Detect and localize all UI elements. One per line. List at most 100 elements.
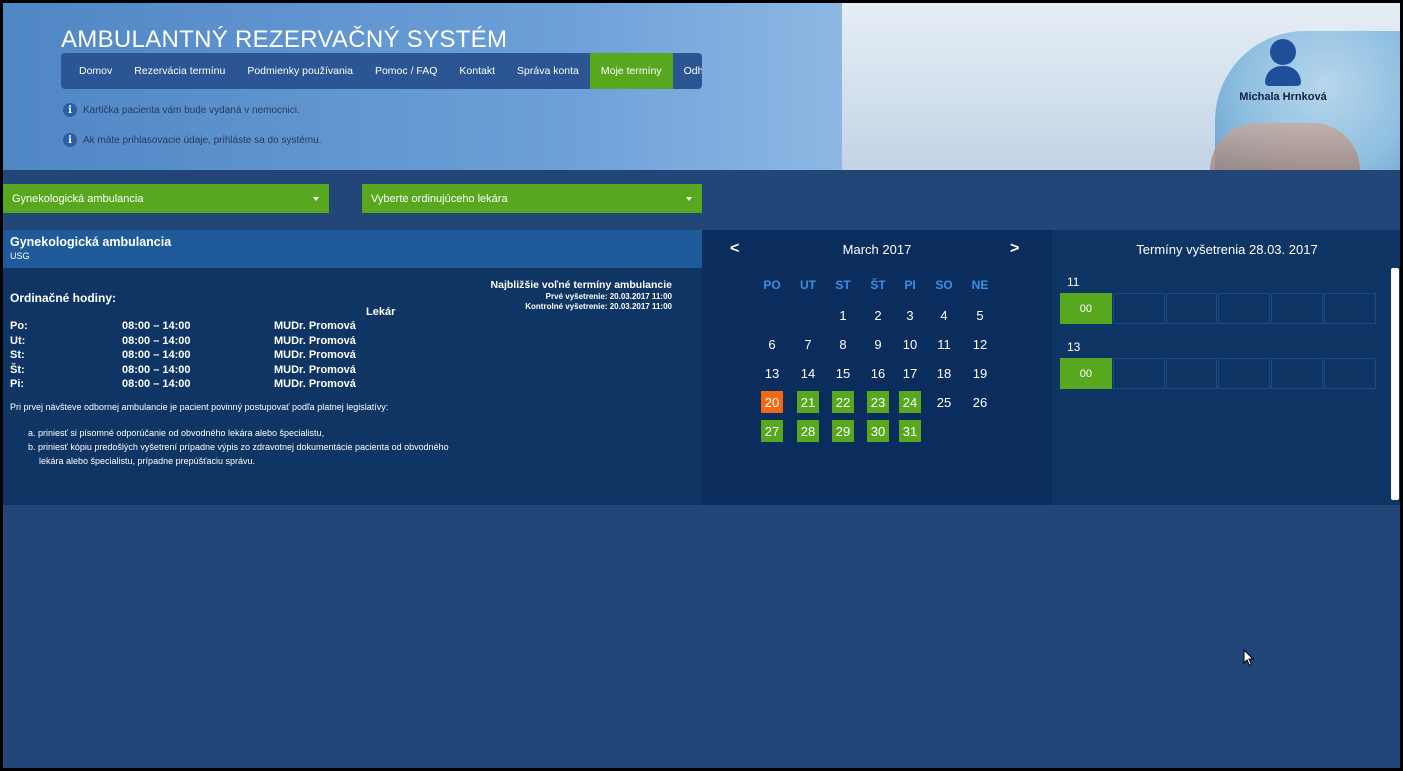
nav-kontakt[interactable]: Kontakt xyxy=(448,53,506,89)
calendar-day: 9 xyxy=(874,336,882,352)
calendar-day: 19 xyxy=(972,365,988,381)
slot-row: 00 xyxy=(1060,358,1377,389)
hours-day: Pi: xyxy=(10,378,25,390)
legislation-item: a. priniesť si písomné odporúčanie od ob… xyxy=(28,428,325,438)
nav-sprava-konta[interactable]: Správa konta xyxy=(506,53,590,89)
calendar-day: 8 xyxy=(839,336,847,352)
weekday-header: PI xyxy=(904,278,916,292)
nav-moje-terminy[interactable]: Moje termíny xyxy=(589,53,673,89)
mouse-cursor-icon xyxy=(1243,649,1255,667)
hours-time: 08:00 – 14:00 xyxy=(122,378,191,390)
main-nav: Domov Rezervácia termínu Podmienky použí… xyxy=(61,53,702,89)
info-text: Kartička pacienta vám bude vydaná v nemo… xyxy=(83,104,300,116)
legislation-item: lekára alebo špecialistu, prípadne prepú… xyxy=(39,456,256,466)
nav-pomoc-faq[interactable]: Pomoc / FAQ xyxy=(364,53,448,89)
calendar-day-available[interactable]: 27 xyxy=(761,420,783,442)
calendar-month-title: March 2017 xyxy=(842,242,912,257)
time-slot-empty xyxy=(1218,293,1271,324)
nav-domov[interactable]: Domov xyxy=(61,53,123,89)
hours-day: St: xyxy=(10,349,25,361)
nearest-control-exam: Kontrolné vyšetrenie: 20.03.2017 11:00 xyxy=(525,302,672,311)
weekday-header: ŠT xyxy=(870,278,886,292)
ambulance-select[interactable]: Gynekologická ambulancia xyxy=(3,184,329,213)
hours-doctor: MUDr. Promová xyxy=(274,378,356,390)
calendar-day-available[interactable]: 31 xyxy=(899,420,921,442)
slot-row: 00 xyxy=(1060,293,1377,324)
time-slot-empty xyxy=(1218,358,1271,389)
time-slot-free[interactable]: 00 xyxy=(1060,358,1112,389)
time-slot-empty xyxy=(1324,293,1376,324)
user-profile[interactable]: Michala Hrnková xyxy=(1233,39,1333,103)
calendar-day: 15 xyxy=(835,365,851,381)
slot-hour-label: 13 xyxy=(1067,340,1081,354)
calendar-next-button[interactable]: > xyxy=(1010,240,1019,258)
header-photo-face xyxy=(1210,123,1360,170)
doctor-select[interactable]: Vyberte ordinujúceho lekára xyxy=(362,184,702,213)
calendar-day: 5 xyxy=(976,307,984,323)
calendar-day-available[interactable]: 22 xyxy=(832,391,854,413)
weekday-header: NE xyxy=(971,278,989,292)
ambulance-title: Gynekologická ambulancia xyxy=(10,235,172,249)
nearest-terms-title: Najbližšie voľné termíny ambulancie xyxy=(490,279,672,291)
hours-row: Po: 08:00 – 14:00 MUDr. Promová xyxy=(10,320,410,334)
hours-time: 08:00 – 14:00 xyxy=(122,334,191,347)
calendar-day: 10 xyxy=(902,336,918,352)
time-slot-empty xyxy=(1112,293,1165,324)
user-avatar-icon xyxy=(1270,39,1296,65)
calendar-day-available[interactable]: 28 xyxy=(797,420,819,442)
hours-title: Ordinačné hodiny: xyxy=(10,291,117,305)
calendar: < March 2017 > PO UT ST ŠT PI SO NE 1 2 3 4 5 6 7 8 9 10… xyxy=(702,230,1052,505)
user-avatar-body xyxy=(1265,66,1301,86)
calendar-day: 26 xyxy=(972,394,988,410)
info-icon: i xyxy=(63,103,77,117)
hours-time: 08:00 – 14:00 xyxy=(122,320,191,332)
hours-day: Ut: xyxy=(10,334,26,347)
time-slot-empty xyxy=(1271,293,1324,324)
user-name: Michala Hrnková xyxy=(1239,91,1327,103)
calendar-day-available[interactable]: 24 xyxy=(899,391,921,413)
nav-odhlasit[interactable]: Odhlásiť xyxy=(673,53,702,89)
hours-doctor: MUDr. Promová xyxy=(274,334,356,347)
ambulance-info-panel: Gynekologická ambulancia USG Najbližšie … xyxy=(3,230,702,505)
hours-row: St: 08:00 – 14:00 MUDr. Promová xyxy=(10,349,410,363)
calendar-day-available[interactable]: 30 xyxy=(867,420,889,442)
weekday-header: SO xyxy=(935,278,953,292)
app-window: AMBULANTNÝ REZERVAČNÝ SYSTÉM Domov Rezer… xyxy=(3,3,1400,768)
time-slots-panel: Termíny vyšetrenia 28.03. 2017 11 00 13 00 xyxy=(1052,230,1400,505)
ambulance-select-value: Gynekologická ambulancia xyxy=(12,192,144,205)
calendar-day: 13 xyxy=(764,365,780,381)
time-slot-free[interactable]: 00 xyxy=(1060,293,1112,324)
calendar-day: 25 xyxy=(936,394,952,410)
time-slot-empty xyxy=(1112,358,1165,389)
doctor-select-value: Vyberte ordinujúceho lekára xyxy=(371,192,508,205)
nearest-first-exam: Prvé vyšetrenie: 20.03.2017 11:00 xyxy=(545,292,672,301)
hours-doctor: MUDr. Promová xyxy=(274,320,356,332)
ambulance-subtitle: USG xyxy=(10,251,30,261)
hours-row: Ut: 08:00 – 14:00 MUDr. Promová xyxy=(10,335,410,349)
hours-day: Št: xyxy=(10,363,25,376)
calendar-day-available[interactable]: 29 xyxy=(832,420,854,442)
time-slots-scrollbar[interactable] xyxy=(1391,268,1399,500)
calendar-day-selected[interactable]: 20 xyxy=(761,391,783,413)
hours-day: Po: xyxy=(10,320,28,332)
legislation-text: Pri prvej návšteve odbornej ambulancie j… xyxy=(10,402,389,412)
chevron-down-icon xyxy=(686,197,692,201)
calendar-day-available[interactable]: 23 xyxy=(867,391,889,413)
time-slot-empty xyxy=(1324,358,1376,389)
weekday-header: UT xyxy=(800,278,816,292)
calendar-day: 1 xyxy=(839,307,847,323)
nav-rezervacia-terminu[interactable]: Rezervácia termínu xyxy=(123,53,236,89)
doctor-column-header: Lekár xyxy=(366,306,396,318)
calendar-day: 16 xyxy=(870,365,886,381)
calendar-day: 4 xyxy=(940,307,948,323)
hours-row: Št: 08:00 – 14:00 MUDr. Promová xyxy=(10,364,410,378)
calendar-day: 6 xyxy=(768,336,776,352)
weekday-header: PO xyxy=(763,278,781,292)
hours-doctor: MUDr. Promová xyxy=(274,363,356,376)
header: AMBULANTNÝ REZERVAČNÝ SYSTÉM Domov Rezer… xyxy=(3,3,1400,170)
nav-podmienky-pouzivania[interactable]: Podmienky používania xyxy=(236,53,364,89)
app-title: AMBULANTNÝ REZERVAČNÝ SYSTÉM xyxy=(61,26,508,53)
calendar-day-available[interactable]: 21 xyxy=(797,391,819,413)
chevron-down-icon xyxy=(313,197,319,201)
info-line-login: i Ak máte prihlasovacie údaje, prihláste… xyxy=(63,133,321,147)
